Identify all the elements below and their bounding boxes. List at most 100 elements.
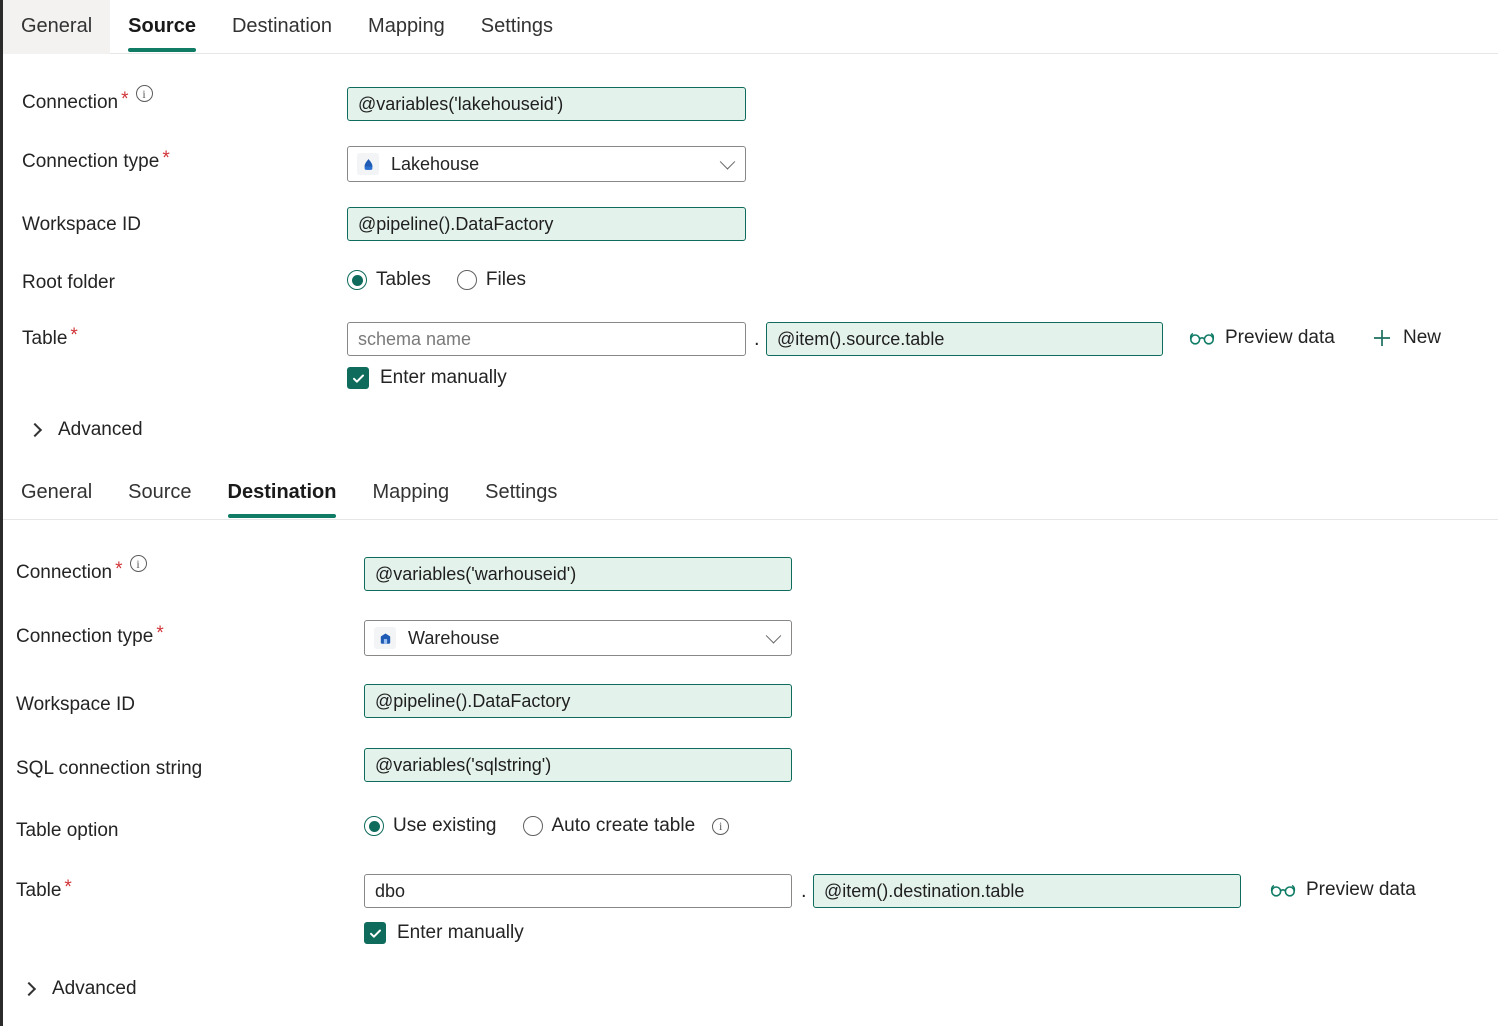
- tab-settings-source[interactable]: Settings: [463, 0, 571, 54]
- radio-label: Use existing: [393, 815, 497, 836]
- destination-workspace-id-label: Workspace ID: [16, 694, 135, 715]
- required-asterisk: *: [64, 877, 72, 898]
- tab-destination[interactable]: Destination: [210, 466, 355, 520]
- radio-label: Tables: [376, 269, 431, 290]
- tab-label: Source: [128, 15, 196, 37]
- source-enter-manually-label: Enter manually: [380, 367, 507, 388]
- destination-enter-manually-checkbox[interactable]: Enter manually: [364, 922, 524, 944]
- source-table-label: Table: [22, 328, 68, 349]
- destination-table-value: @item().destination.table: [824, 880, 1025, 901]
- source-new-button[interactable]: New: [1371, 327, 1441, 349]
- radio-tables[interactable]: Tables: [347, 269, 431, 291]
- source-root-folder-radio-group: Tables Files: [347, 269, 552, 291]
- tab-general-source[interactable]: General: [3, 0, 111, 54]
- tab-label: Destination: [231, 15, 333, 37]
- source-workspace-id-label-group: Workspace ID: [22, 211, 141, 239]
- tab-source-destination[interactable]: Source: [110, 466, 209, 520]
- source-new-label: New: [1403, 327, 1442, 348]
- source-connection-type-label-group: Connection type *: [22, 148, 170, 176]
- source-enter-manually-checkbox[interactable]: Enter manually: [347, 367, 507, 389]
- source-root-folder-label-group: Root folder: [22, 269, 115, 297]
- checkbox-indicator: [347, 367, 369, 389]
- destination-table-input[interactable]: @item().destination.table: [813, 874, 1241, 908]
- radio-indicator: [522, 816, 543, 836]
- warehouse-icon: [374, 627, 396, 649]
- source-connection-type-label: Connection type: [22, 151, 160, 172]
- copy-activity-config-page: General Source Destination Mapping Setti…: [0, 0, 1498, 1026]
- radio-label: Auto create table: [551, 815, 696, 836]
- plus-icon: [1371, 327, 1393, 349]
- lakehouse-icon: [357, 153, 379, 175]
- source-preview-data-label: Preview data: [1225, 327, 1335, 348]
- tab-label: Settings: [480, 15, 554, 37]
- destination-table-label-group: Table *: [16, 877, 72, 905]
- required-asterisk: *: [121, 89, 129, 110]
- destination-connection-label: Connection: [16, 562, 113, 583]
- source-advanced-expander[interactable]: Advanced: [26, 419, 143, 441]
- destination-connection-type-label: Connection type: [16, 626, 154, 647]
- required-asterisk: *: [70, 325, 78, 346]
- checkbox-indicator: [364, 922, 386, 944]
- source-table-value: @item().source.table: [777, 328, 945, 349]
- tab-label: Destination: [227, 481, 337, 503]
- tab-label: General: [21, 15, 93, 37]
- source-table-label-group: Table *: [22, 325, 78, 353]
- source-connection-label-group: Connection * i: [22, 85, 153, 117]
- source-workspace-id-label: Workspace ID: [22, 214, 141, 235]
- tab-general-destination[interactable]: General: [3, 466, 110, 520]
- destination-connection-type-label-group: Connection type *: [16, 623, 164, 651]
- destination-table-label: Table: [16, 880, 62, 901]
- destination-connection-value: @variables('warhouseid'): [375, 563, 577, 584]
- tab-destination-source[interactable]: Destination: [214, 0, 350, 54]
- destination-connection-type-dropdown[interactable]: Warehouse: [364, 620, 792, 656]
- source-connection-type-value: Lakehouse: [391, 153, 480, 174]
- source-connection-type-dropdown[interactable]: Lakehouse: [347, 146, 746, 182]
- destination-connection-label-group: Connection * i: [16, 555, 147, 587]
- source-workspace-id-value: @pipeline().DataFactory: [358, 213, 554, 234]
- destination-schema-value: dbo: [375, 880, 406, 901]
- source-table-input[interactable]: @item().source.table: [766, 322, 1163, 356]
- destination-workspace-id-value: @pipeline().DataFactory: [375, 690, 571, 711]
- glasses-icon: [1270, 882, 1296, 898]
- destination-sql-connection-string-input[interactable]: @variables('sqlstring'): [364, 748, 792, 782]
- tab-mapping-source[interactable]: Mapping: [350, 0, 463, 54]
- radio-auto-create-table[interactable]: Auto create table: [522, 815, 696, 837]
- radio-label: Files: [485, 269, 527, 290]
- destination-sql-connection-string-label: SQL connection string: [16, 758, 203, 779]
- tab-source[interactable]: Source: [110, 0, 214, 54]
- info-icon[interactable]: i: [712, 817, 730, 835]
- tab-mapping-destination[interactable]: Mapping: [354, 466, 467, 520]
- destination-preview-data-label: Preview data: [1306, 879, 1416, 900]
- source-preview-data-button[interactable]: Preview data: [1189, 327, 1335, 349]
- radio-files[interactable]: Files: [456, 269, 527, 291]
- schema-table-separator: .: [801, 880, 807, 902]
- required-asterisk: *: [156, 623, 164, 644]
- radio-indicator: [456, 270, 477, 290]
- destination-schema-input[interactable]: dbo: [364, 874, 792, 908]
- tab-settings-destination[interactable]: Settings: [467, 466, 575, 520]
- source-connection-label: Connection: [22, 92, 119, 113]
- source-connection-input[interactable]: @variables('lakehouseid'): [347, 87, 746, 121]
- destination-workspace-id-input[interactable]: @pipeline().DataFactory: [364, 684, 792, 718]
- destination-preview-data-button[interactable]: Preview data: [1270, 879, 1416, 901]
- glasses-icon: [1189, 330, 1215, 346]
- schema-table-separator: .: [754, 328, 760, 350]
- source-schema-placeholder: schema name: [358, 328, 472, 349]
- source-root-folder-label: Root folder: [22, 272, 115, 293]
- tab-label: Settings: [485, 481, 558, 503]
- radio-use-existing[interactable]: Use existing: [364, 815, 497, 837]
- source-schema-input[interactable]: schema name: [347, 322, 746, 356]
- destination-table-option-label-group: Table option: [16, 817, 118, 845]
- required-asterisk: *: [162, 148, 170, 169]
- source-tab-bar: General Source Destination Mapping Setti…: [3, 0, 1498, 54]
- destination-tab-bar: General Source Destination Mapping Setti…: [3, 466, 1498, 520]
- chevron-down-icon: [719, 154, 736, 170]
- destination-advanced-expander[interactable]: Advanced: [20, 978, 137, 1000]
- destination-connection-input[interactable]: @variables('warhouseid'): [364, 557, 792, 591]
- radio-indicator: [347, 270, 367, 290]
- destination-enter-manually-label: Enter manually: [397, 922, 524, 943]
- source-workspace-id-input[interactable]: @pipeline().DataFactory: [347, 207, 746, 241]
- info-icon[interactable]: i: [129, 555, 147, 572]
- info-icon[interactable]: i: [135, 85, 153, 102]
- chevron-right-icon: [21, 981, 37, 997]
